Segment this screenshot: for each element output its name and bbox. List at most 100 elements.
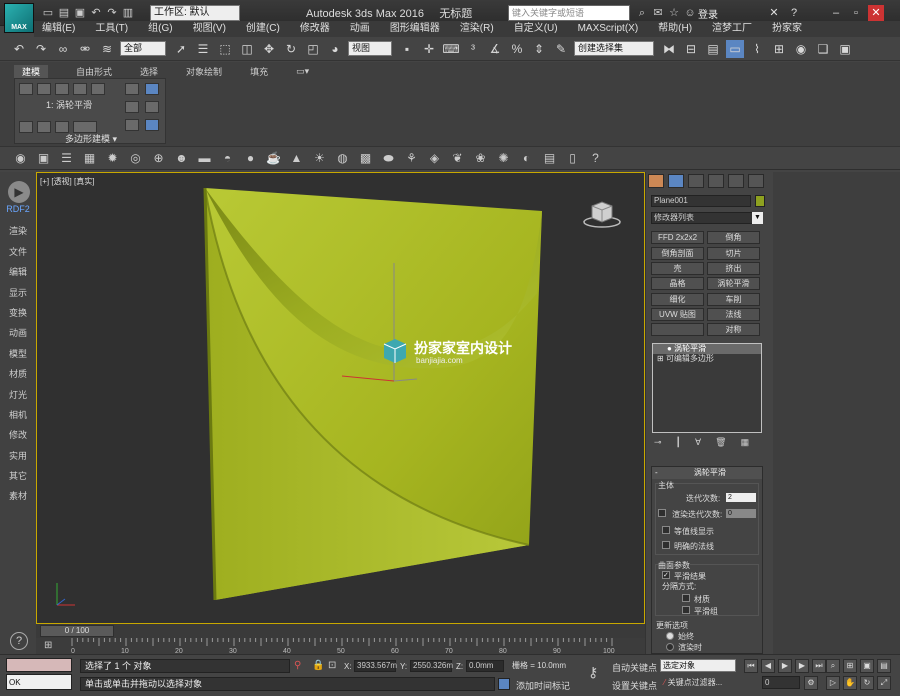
nav-rdf2[interactable]: RDF2: [0, 204, 36, 224]
select-object-icon[interactable]: ➚: [172, 40, 190, 58]
time-config-icon[interactable]: ⚙: [804, 676, 818, 690]
menu-customize[interactable]: 自定义(U): [514, 21, 558, 37]
app-logo-button[interactable]: MAX: [4, 3, 34, 33]
edit-named-sets-icon[interactable]: ✎: [552, 40, 570, 58]
nav-material[interactable]: 材质: [0, 367, 36, 387]
rendered-frame-icon[interactable]: ▣: [836, 40, 854, 58]
show-end-result-icon[interactable]: ┃: [676, 437, 681, 448]
select-by-name-icon[interactable]: ☰: [194, 40, 212, 58]
fur-icon[interactable]: ✺: [495, 150, 512, 167]
y-coordinate-field[interactable]: 2550.326m: [410, 660, 453, 672]
nav-edit[interactable]: 编辑: [0, 265, 36, 285]
render-iterations-checkbox[interactable]: [658, 509, 666, 517]
tab-populate[interactable]: 填充: [250, 65, 268, 78]
time-slider[interactable]: [36, 624, 645, 638]
help-icon[interactable]: ?: [10, 632, 28, 650]
collapse-icon[interactable]: -: [655, 467, 658, 479]
user-icon[interactable]: ☺: [682, 5, 698, 21]
window-crossing-icon[interactable]: ◫: [238, 40, 256, 58]
polygon-modeling-dropdown[interactable]: 多边形建模 ▾: [65, 132, 117, 145]
undo-icon[interactable]: ↶: [88, 5, 104, 21]
object-color-swatch[interactable]: [755, 195, 765, 207]
project-folder-icon[interactable]: ▥: [120, 5, 136, 21]
viewport-label[interactable]: [+] [透视] [真实]: [40, 176, 94, 187]
nav-animation[interactable]: 动画: [0, 326, 36, 346]
modifier-lattice-button[interactable]: 晶格: [651, 277, 704, 290]
nav-light[interactable]: 灯光: [0, 388, 36, 408]
scale-icon[interactable]: ◰: [304, 40, 322, 58]
lightbulb-icon[interactable]: ●: [667, 344, 672, 353]
modifier-ffd-button[interactable]: FFD 2x2x2: [651, 231, 704, 244]
nav-assets[interactable]: 素材: [0, 489, 36, 509]
pan-icon[interactable]: ✋: [843, 676, 857, 690]
border-icon[interactable]: [55, 83, 69, 95]
dome-icon[interactable]: ◓: [219, 150, 236, 167]
search-icon[interactable]: ⌕: [634, 5, 650, 21]
teapot-icon[interactable]: ☕: [265, 150, 282, 167]
remove-modifier-icon[interactable]: 🗑: [715, 437, 726, 448]
previous-frame-icon[interactable]: ◀: [761, 659, 775, 673]
pin-stack-icon[interactable]: ⊸: [654, 437, 662, 448]
orbit-icon[interactable]: ↻: [860, 676, 874, 690]
preserve-uvs-icon[interactable]: [125, 101, 139, 113]
lock-selection-icon[interactable]: 🔒: [312, 660, 324, 671]
minimize-icon[interactable]: –: [828, 5, 844, 21]
selection-filter-select[interactable]: 全部: [120, 41, 166, 56]
time-tag-icon[interactable]: [498, 678, 510, 690]
tree-icon[interactable]: ⚘: [403, 150, 420, 167]
help-circle-icon[interactable]: ?: [587, 150, 604, 167]
link-icon[interactable]: ∞: [54, 40, 72, 58]
modifier-empty-button[interactable]: [651, 323, 704, 336]
select-manipulate-icon[interactable]: ✛: [420, 40, 438, 58]
pivot-icon[interactable]: ▪: [398, 40, 416, 58]
login-button[interactable]: 登录: [698, 6, 718, 21]
camera-icon[interactable]: ◎: [127, 150, 144, 167]
nav-render[interactable]: 渲染: [0, 224, 36, 244]
stack-item-editable-poly[interactable]: ⊞ 可编辑多边形: [653, 354, 761, 364]
percent-snap-icon[interactable]: %: [508, 40, 526, 58]
repeat-last-icon[interactable]: [125, 119, 139, 131]
tab-selection[interactable]: 选择: [140, 65, 158, 78]
time-slider-thumb[interactable]: 0 / 100: [40, 625, 114, 637]
open-file-icon[interactable]: ▤: [56, 5, 72, 21]
exchange-close-icon[interactable]: ✕: [766, 5, 782, 21]
tab-freeform[interactable]: 自由形式: [76, 65, 112, 78]
modifier-extrude-button[interactable]: 挤出: [707, 262, 760, 275]
snaps-toggle-icon[interactable]: ³: [464, 40, 482, 58]
maxscript-listener-pink[interactable]: [6, 658, 72, 672]
render-iterations-spinner[interactable]: 0: [726, 509, 756, 518]
rollout-header[interactable]: - 涡轮平滑: [652, 467, 762, 479]
table-icon[interactable]: ▦: [81, 150, 98, 167]
hair-icon[interactable]: ❀: [472, 150, 489, 167]
cone-icon[interactable]: ▲: [288, 150, 305, 167]
eye-icon[interactable]: ◉: [12, 150, 29, 167]
nav-transform[interactable]: 变换: [0, 306, 36, 326]
globe-icon[interactable]: ◈: [426, 150, 443, 167]
keyboard-shortcut-icon[interactable]: ⌨: [442, 40, 460, 58]
unlink-icon[interactable]: ⚮: [76, 40, 94, 58]
tab-object-paint[interactable]: 对象绘制: [186, 65, 222, 78]
menu-render-factory[interactable]: 渲梦工厂: [712, 21, 752, 37]
menu-maxscript[interactable]: MAXScript(X): [578, 21, 639, 37]
go-to-end-icon[interactable]: ⏭: [812, 659, 826, 673]
modifier-turbosmooth-button[interactable]: 涡轮平滑: [707, 277, 760, 290]
fov-icon[interactable]: ▷: [826, 676, 840, 690]
modifier-tessellate-button[interactable]: 细化: [651, 293, 704, 306]
mini-curve-editor-icon[interactable]: ⊞: [44, 640, 52, 651]
sphere-icon[interactable]: ●: [242, 150, 259, 167]
modifier-slice-button[interactable]: 切片: [707, 247, 760, 260]
layer-icon[interactable]: ▤: [704, 40, 722, 58]
named-selection-set-select[interactable]: 创建选择集: [574, 41, 654, 56]
light-bulb-icon[interactable]: ✹: [104, 150, 121, 167]
go-to-start-icon[interactable]: ⏮: [744, 659, 758, 673]
explicit-normals-checkbox[interactable]: [662, 541, 670, 549]
workspace-select[interactable]: 工作区: 默认: [150, 5, 240, 21]
play-icon[interactable]: ▶: [778, 659, 792, 673]
menu-edit[interactable]: 编辑(E): [42, 21, 75, 37]
modify-tab-icon[interactable]: [668, 174, 684, 188]
ribbon-toggle-icon[interactable]: ▭: [726, 39, 744, 58]
modifier-normal-button[interactable]: 法线: [707, 308, 760, 321]
maximize-viewport-icon[interactable]: ⤢: [877, 676, 891, 690]
set-key-button[interactable]: 设置关键点: [612, 679, 657, 692]
properties-icon[interactable]: ▯: [564, 150, 581, 167]
